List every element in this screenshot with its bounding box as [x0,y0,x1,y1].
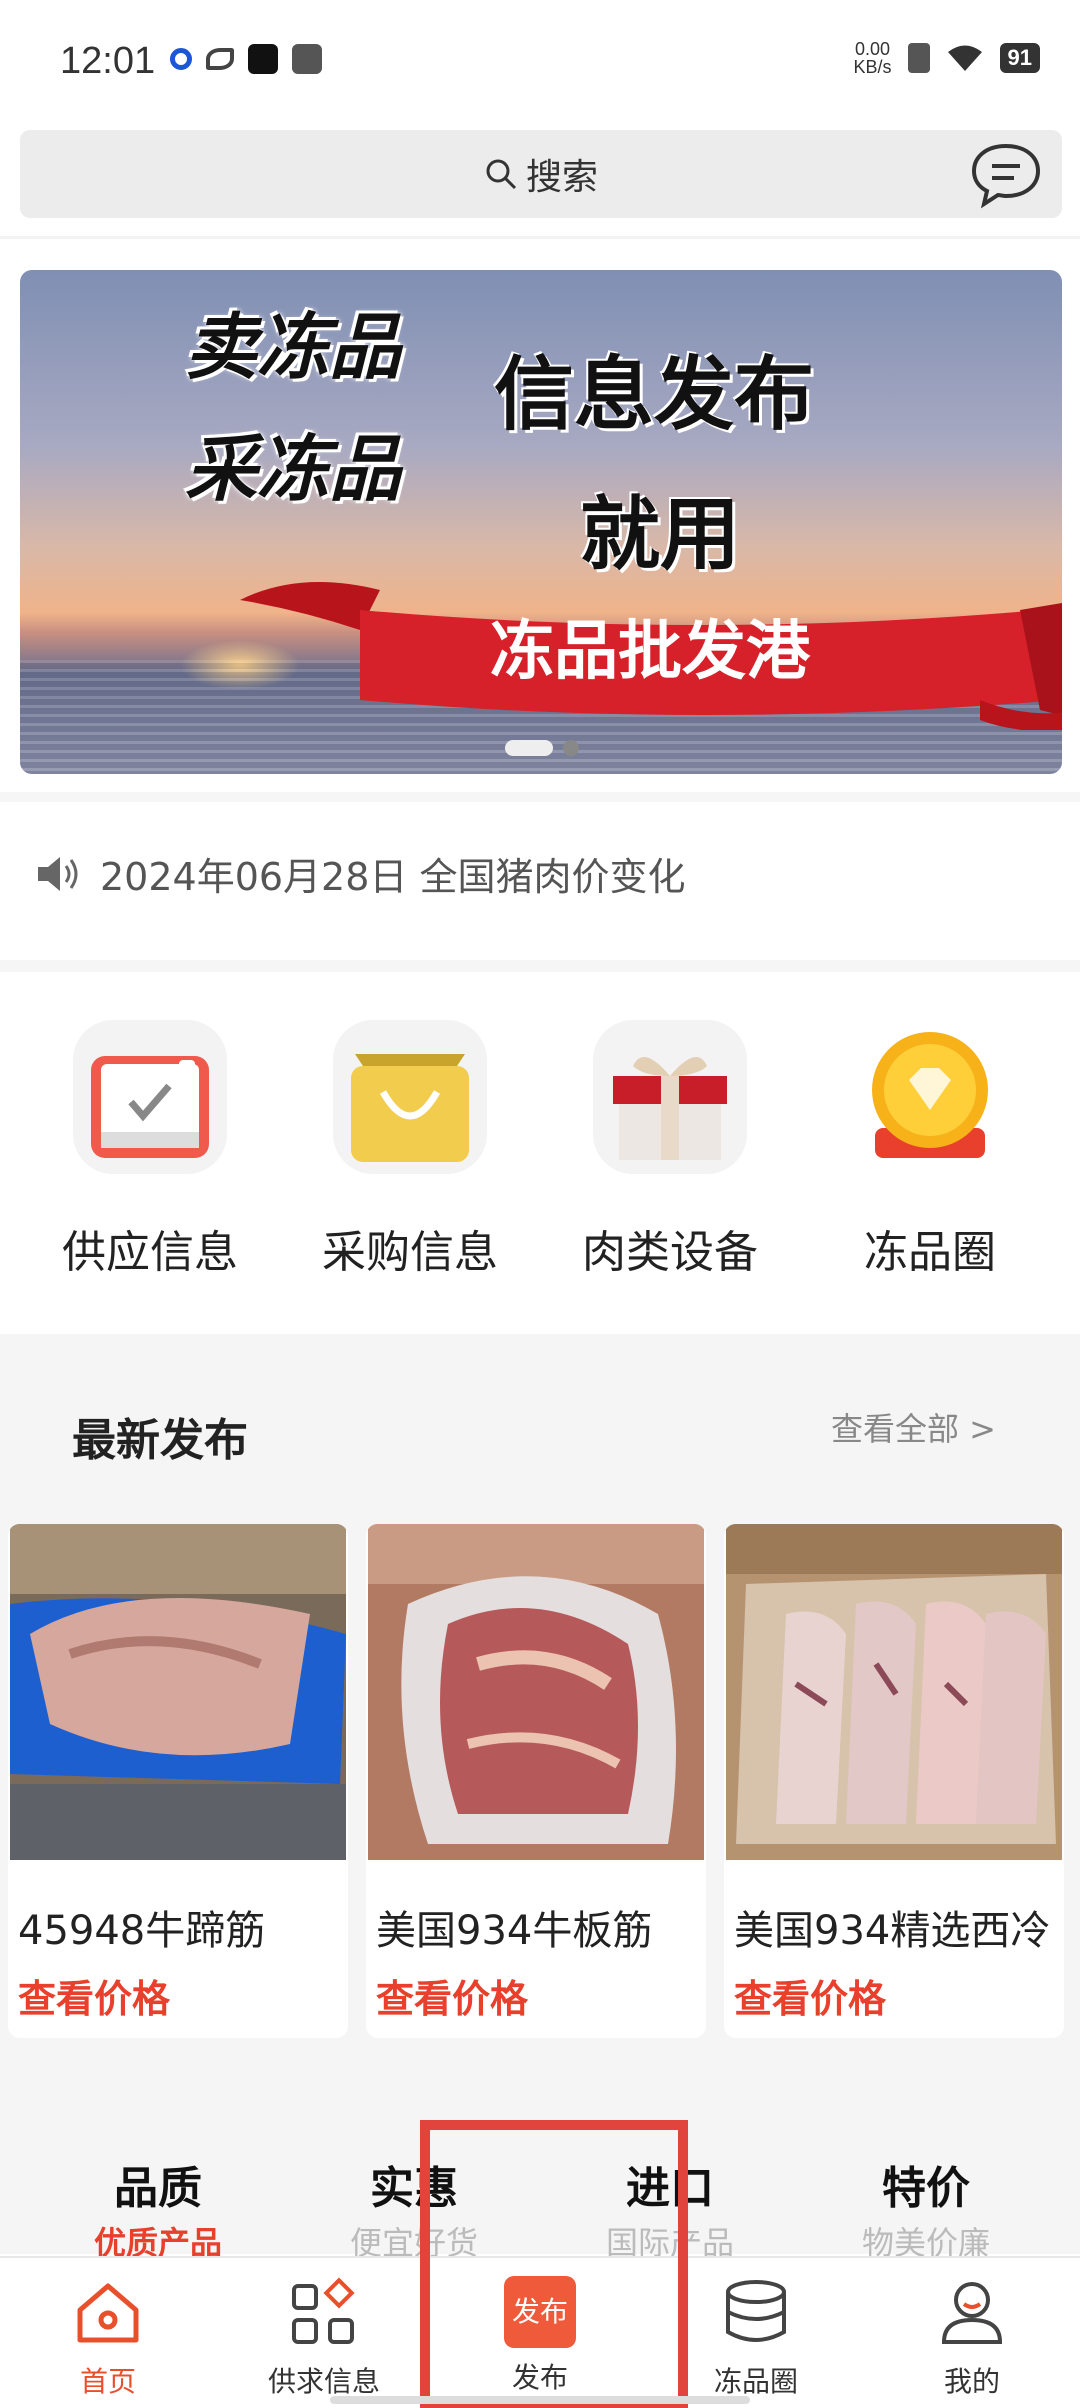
category-grid: 供应信息 采购信息 肉类设备 冻品圈 [0,1020,1080,1290]
nav-label: 冻品圈 [713,2365,798,2398]
banner-ribbon-text: 冻品批发港 [490,615,810,689]
network-speed: 0.00 KB/s [854,40,892,76]
notice-text: 2024年06月28日 全国猪肉价变化 [100,855,686,899]
category-equipment[interactable]: 肉类设备 [570,1020,770,1280]
banner-line-4: 就用 [580,488,740,581]
search-bar[interactable]: 搜索 [20,130,1062,218]
view-price-link[interactable]: 查看价格 [376,1968,706,2023]
nav-label: 供求信息 [267,2365,380,2398]
status-right: 0.00 KB/s 91 [854,40,1040,76]
nav-label: 我的 [943,2365,1000,2398]
divider [0,236,1080,239]
calendar-check-icon [73,1020,227,1174]
nav-home[interactable]: 首页 [18,2276,198,2400]
category-supply[interactable]: 供应信息 [50,1020,250,1280]
status-time: 12:01 [60,40,156,82]
product-image [368,1524,704,1860]
home-icon [77,2283,139,2343]
category-purchase[interactable]: 采购信息 [310,1020,510,1280]
promo-banner[interactable]: 卖冻品 采冻品 信息发布 就用 冻品批发港 [20,270,1062,774]
tab-special[interactable]: 特价 物美价廉 [796,2152,1056,2264]
carousel-dot-active [505,740,553,756]
leaf-notification-icon [206,48,234,70]
status-bar: 12:01 0.00 KB/s 91 [0,0,1080,126]
nav-frozen-circle[interactable]: 冻品圈 [666,2276,846,2400]
database-icon [726,2280,786,2342]
search-field[interactable]: 搜索 [20,130,1062,218]
product-card[interactable]: 45948牛蹄筋 查看价格 [8,1524,348,2038]
category-label: 冻品圈 [864,1227,996,1278]
product-name: 美国934牛板筋 [376,1908,653,1954]
product-card[interactable]: 美国934精选西冷 查看价格 [724,1524,1064,2038]
net-speed-value: 0.00 [854,39,891,59]
home-indicator [330,2396,750,2404]
search-placeholder: 搜索 [525,157,598,198]
carousel-dots [505,740,579,756]
wifi-icon [947,45,982,71]
search-icon [486,159,517,190]
nav-mine[interactable]: 我的 [882,2276,1062,2400]
category-label: 肉类设备 [582,1227,758,1278]
product-name: 美国934精选西冷 [734,1908,1051,1954]
app-notification-icon [170,48,192,70]
product-image [10,1524,346,1860]
category-circle[interactable]: 冻品圈 [830,1020,1030,1280]
shopping-bag-icon [333,1020,487,1174]
message-notification-icon [292,44,322,74]
product-card[interactable]: 美国934牛板筋 查看价格 [366,1524,706,2038]
tab-quality[interactable]: 品质 优质产品 [28,2152,288,2264]
section-separator [0,960,1080,972]
notice-bar[interactable]: 2024年06月28日 全国猪肉价变化 [36,846,686,901]
diamond-badge-icon [853,1020,1007,1174]
carousel-dot [563,740,579,756]
product-image [726,1524,1062,1860]
view-price-link[interactable]: 查看价格 [18,1968,348,2023]
user-icon [941,2282,1003,2344]
category-label: 供应信息 [62,1227,238,1278]
speaker-icon [38,856,78,891]
battery-indicator: 91 [999,43,1040,73]
grid-icon [292,2277,355,2344]
tab-title: 特价 [882,2163,970,2214]
banner-line-3: 信息发布 [494,348,814,441]
sim-off-icon [907,43,930,73]
category-label: 采购信息 [322,1227,498,1278]
highlight-box [420,2120,688,2408]
banner-line-1: 卖冻品 [185,305,402,389]
net-speed-unit: KB/s [853,57,892,77]
nav-supply-demand[interactable]: 供求信息 [234,2276,414,2400]
product-name: 45948牛蹄筋 [18,1908,266,1954]
gift-box-icon [593,1020,747,1174]
notification-icons [170,44,322,74]
banner-line-2: 采冻品 [185,427,402,511]
view-price-link[interactable]: 查看价格 [734,1968,1064,2023]
chat-icon[interactable] [968,136,1044,212]
section-title: 最新发布 [72,1415,248,1466]
section-separator [0,792,1080,802]
view-all-link[interactable]: 查看全部 > [831,1404,996,1450]
tiktok-icon [248,44,278,74]
nav-label: 首页 [79,2365,136,2398]
latest-section: 最新发布 查看全部 > 45948牛蹄筋 查看价格 美国934牛板筋 查看价格 [0,1334,1080,2254]
tab-title: 品质 [114,2163,202,2214]
